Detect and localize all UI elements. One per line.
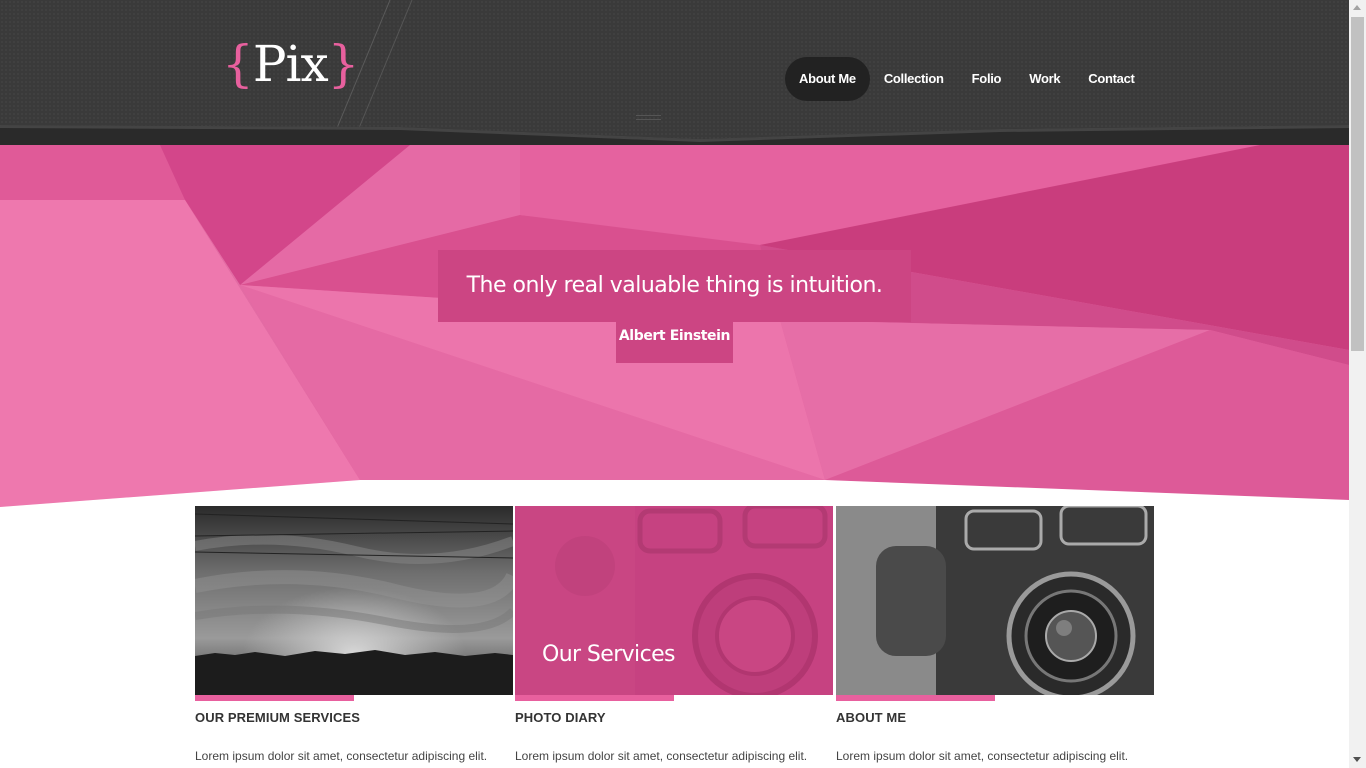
logo-close-brace: } — [327, 35, 360, 93]
site-logo[interactable]: {Pix} — [222, 34, 360, 94]
card-accent-bar — [836, 695, 995, 701]
nav-item-folio[interactable]: Folio — [958, 57, 1016, 101]
card-accent-bar — [515, 695, 674, 701]
site-header: {Pix} About Me Collection Folio Work Con… — [0, 0, 1349, 145]
page: {Pix} About Me Collection Folio Work Con… — [0, 0, 1366, 768]
nav-item-contact[interactable]: Contact — [1074, 57, 1148, 101]
card-photo-diary: Our Services PHOTO DIARY Lorem ipsum dol… — [515, 506, 833, 765]
card-title[interactable]: OUR PREMIUM SERVICES — [195, 710, 513, 725]
card-text: Lorem ipsum dolor sit amet, consectetur … — [515, 749, 808, 763]
card-premium-services: OUR PREMIUM SERVICES Lorem ipsum dolor s… — [195, 506, 513, 765]
card-image-camera-overlay[interactable]: Our Services — [515, 506, 833, 695]
scrollbar-thumb[interactable] — [1351, 17, 1364, 351]
nav-item-about-me[interactable]: About Me — [785, 57, 870, 101]
card-about-me: ABOUT ME Lorem ipsum dolor sit amet, con… — [836, 506, 1154, 765]
card-title[interactable]: PHOTO DIARY — [515, 710, 833, 725]
card-text: Lorem ipsum dolor sit amet, consectetur … — [195, 749, 488, 763]
scroll-up-arrow-icon[interactable] — [1353, 5, 1361, 10]
nav-item-work[interactable]: Work — [1015, 57, 1074, 101]
sky-photo — [195, 506, 513, 695]
main-nav: About Me Collection Folio Work Contact — [785, 57, 1149, 101]
card-overlay-title: Our Services — [542, 642, 675, 667]
card-image-sky[interactable] — [195, 506, 513, 695]
card-text: Lorem ipsum dolor sit amet, consectetur … — [836, 749, 1129, 763]
camera-photo — [836, 506, 1154, 695]
header-bottom-edge — [0, 125, 1349, 145]
menu-handle-icon[interactable] — [636, 115, 661, 120]
logo-text: Pix — [252, 35, 329, 93]
page-scrollbar[interactable] — [1349, 0, 1366, 768]
scroll-down-arrow-icon[interactable] — [1353, 757, 1361, 762]
nav-item-collection[interactable]: Collection — [870, 57, 958, 101]
card-image-camera[interactable] — [836, 506, 1154, 695]
card-accent-bar — [195, 695, 354, 701]
card-title[interactable]: ABOUT ME — [836, 710, 1154, 725]
hero-quote-author: Albert Einstein — [616, 322, 733, 363]
hero-quote: The only real valuable thing is intuitio… — [438, 250, 911, 322]
logo-open-brace: { — [222, 35, 254, 93]
